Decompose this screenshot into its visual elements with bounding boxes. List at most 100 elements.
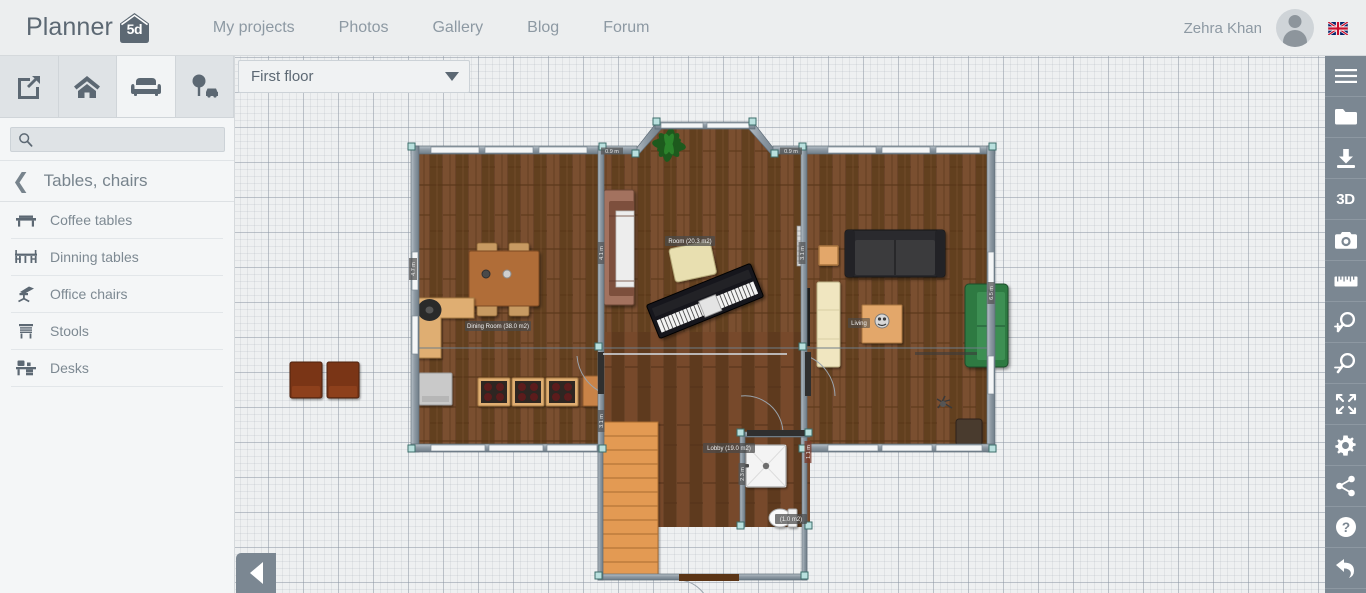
- ruler-icon: [1334, 276, 1357, 286]
- hamburger-menu-icon: [1334, 69, 1357, 83]
- tab-project[interactable]: [0, 56, 59, 117]
- fullscreen-arrows-icon: [1335, 393, 1356, 415]
- left-catalog-panel: ❮ Tables, chairs Coffee tables Dinning t…: [0, 56, 235, 593]
- category-list: Coffee tables Dinning tables Office chai…: [0, 202, 234, 387]
- stove-units[interactable]: [477, 377, 579, 407]
- nav-photos[interactable]: Photos: [317, 13, 411, 43]
- 3d-label: 3D: [1336, 190, 1355, 208]
- list-item-label: Dinning tables: [50, 249, 139, 265]
- help-button[interactable]: ?: [1325, 507, 1366, 548]
- list-item-stools[interactable]: Stools: [11, 313, 223, 350]
- undo-button[interactable]: [1325, 548, 1366, 589]
- search-icon: [19, 133, 33, 147]
- fullscreen-button[interactable]: [1325, 384, 1366, 425]
- category-header[interactable]: ❮ Tables, chairs: [0, 161, 234, 202]
- brand-badge: 5d: [118, 12, 151, 44]
- floor-selector-label: First floor: [251, 68, 314, 85]
- list-item-label: Desks: [50, 360, 89, 376]
- dim-label: 3.1 m: [599, 414, 605, 428]
- tool-tabs: [0, 56, 234, 118]
- export-project-icon: [17, 75, 40, 99]
- share-button[interactable]: [1325, 466, 1366, 507]
- office-chair-icon: [14, 285, 38, 303]
- room-label: Living: [851, 321, 867, 327]
- list-item-label: Office chairs: [50, 286, 128, 302]
- gear-icon: [1335, 434, 1356, 456]
- dim-label: 2.3 m: [740, 467, 746, 481]
- zoom-in-button[interactable]: [1325, 302, 1366, 343]
- nav-gallery[interactable]: Gallery: [410, 13, 505, 43]
- dining-table-object[interactable]: [468, 242, 540, 317]
- dim-label: 3.1 m: [800, 246, 806, 260]
- view-3d-button[interactable]: 3D: [1325, 179, 1366, 220]
- snapshot-button[interactable]: [1325, 220, 1366, 261]
- avatar-head: [1288, 15, 1302, 28]
- tab-construction[interactable]: [58, 56, 117, 117]
- right-toolbar: 3D ?: [1325, 56, 1366, 593]
- chevron-down-icon: [445, 72, 459, 81]
- tree-car-icon: [192, 74, 219, 98]
- tab-exterior[interactable]: [175, 56, 234, 117]
- nav-my-projects[interactable]: My projects: [191, 13, 317, 43]
- room-label: Lobby (19.0 m2): [707, 446, 751, 452]
- armchair-object-2[interactable]: [326, 361, 360, 399]
- dim-label: 0.9 m: [605, 149, 619, 155]
- svg-text:?: ?: [1341, 520, 1349, 535]
- username-label: Zehra Khan: [1183, 19, 1262, 37]
- avatar[interactable]: [1276, 9, 1314, 47]
- floor-selector[interactable]: First floor: [238, 60, 470, 93]
- search-input[interactable]: [40, 132, 220, 147]
- list-item-desks[interactable]: Desks: [11, 350, 223, 387]
- chevron-left-icon[interactable]: ❮: [12, 171, 30, 192]
- main-navigation: My projects Photos Gallery Blog Forum: [191, 13, 672, 43]
- room-label: Dining Room (38.0 m2): [467, 324, 529, 330]
- ruler-button[interactable]: [1325, 261, 1366, 302]
- save-button[interactable]: [1325, 138, 1366, 179]
- list-item-label: Coffee tables: [50, 212, 133, 228]
- list-item-label: Stools: [50, 323, 89, 339]
- header-user-area: Zehra Khan: [1184, 0, 1366, 56]
- sofa-object[interactable]: [603, 189, 635, 306]
- collapse-panel-button[interactable]: [236, 553, 276, 593]
- uk-flag-icon[interactable]: [1328, 21, 1348, 35]
- dim-label: 0.9 m: [784, 149, 798, 155]
- avatar-body: [1283, 30, 1307, 47]
- dinning-table-icon: [14, 249, 38, 265]
- floorplan-canvas[interactable]: 4.7 m 4.1 m 3.1 m 6.5 m 0.9 m 0.9 m 3.1 …: [235, 56, 1366, 593]
- menu-button[interactable]: [1325, 56, 1366, 97]
- brand-badge-text: 5d: [126, 20, 143, 37]
- staircase-object[interactable]: [599, 421, 659, 578]
- top-header-bar: Planner 5d My projects Photos Gallery Bl…: [0, 0, 1366, 56]
- zoom-out-icon: [1333, 352, 1355, 374]
- list-item-dinning-tables[interactable]: Dinning tables: [11, 239, 223, 276]
- search-box[interactable]: [10, 127, 225, 152]
- nav-forum[interactable]: Forum: [581, 13, 671, 43]
- sofa-icon: [130, 77, 161, 96]
- room-label: Room (20.3 m2): [668, 239, 711, 245]
- dim-label: 1.1 m: [806, 445, 812, 459]
- dark-sofa-object[interactable]: [844, 229, 946, 278]
- dim-label: 4.1 m: [599, 246, 605, 260]
- nav-blog[interactable]: Blog: [505, 13, 581, 43]
- brand-name: Planner: [26, 13, 113, 41]
- side-table-object[interactable]: [818, 245, 839, 266]
- zoom-out-button[interactable]: [1325, 343, 1366, 384]
- desk-icon: [14, 359, 38, 377]
- list-item-coffee-tables[interactable]: Coffee tables: [11, 202, 223, 239]
- dim-label: 6.5 m: [989, 286, 995, 300]
- brand-logo[interactable]: Planner 5d: [26, 12, 151, 44]
- room-label: (1.0 m2): [780, 517, 802, 523]
- settings-button[interactable]: [1325, 425, 1366, 466]
- armchair-object[interactable]: [289, 361, 323, 399]
- tab-interior[interactable]: [117, 56, 176, 117]
- open-project-button[interactable]: [1325, 97, 1366, 138]
- undo-arrow-icon: [1336, 558, 1354, 578]
- list-item-office-chairs[interactable]: Office chairs: [11, 276, 223, 313]
- cream-bench-object[interactable]: [816, 281, 841, 368]
- floor-plan-drawing[interactable]: 4.7 m 4.1 m 3.1 m 6.5 m 0.9 m 0.9 m 3.1 …: [235, 56, 1366, 593]
- pouffe-object[interactable]: [955, 418, 983, 446]
- coffee-table-icon: [14, 212, 38, 228]
- house-icon: [74, 75, 101, 98]
- appliance-object[interactable]: [418, 372, 453, 406]
- search-area: [0, 118, 234, 161]
